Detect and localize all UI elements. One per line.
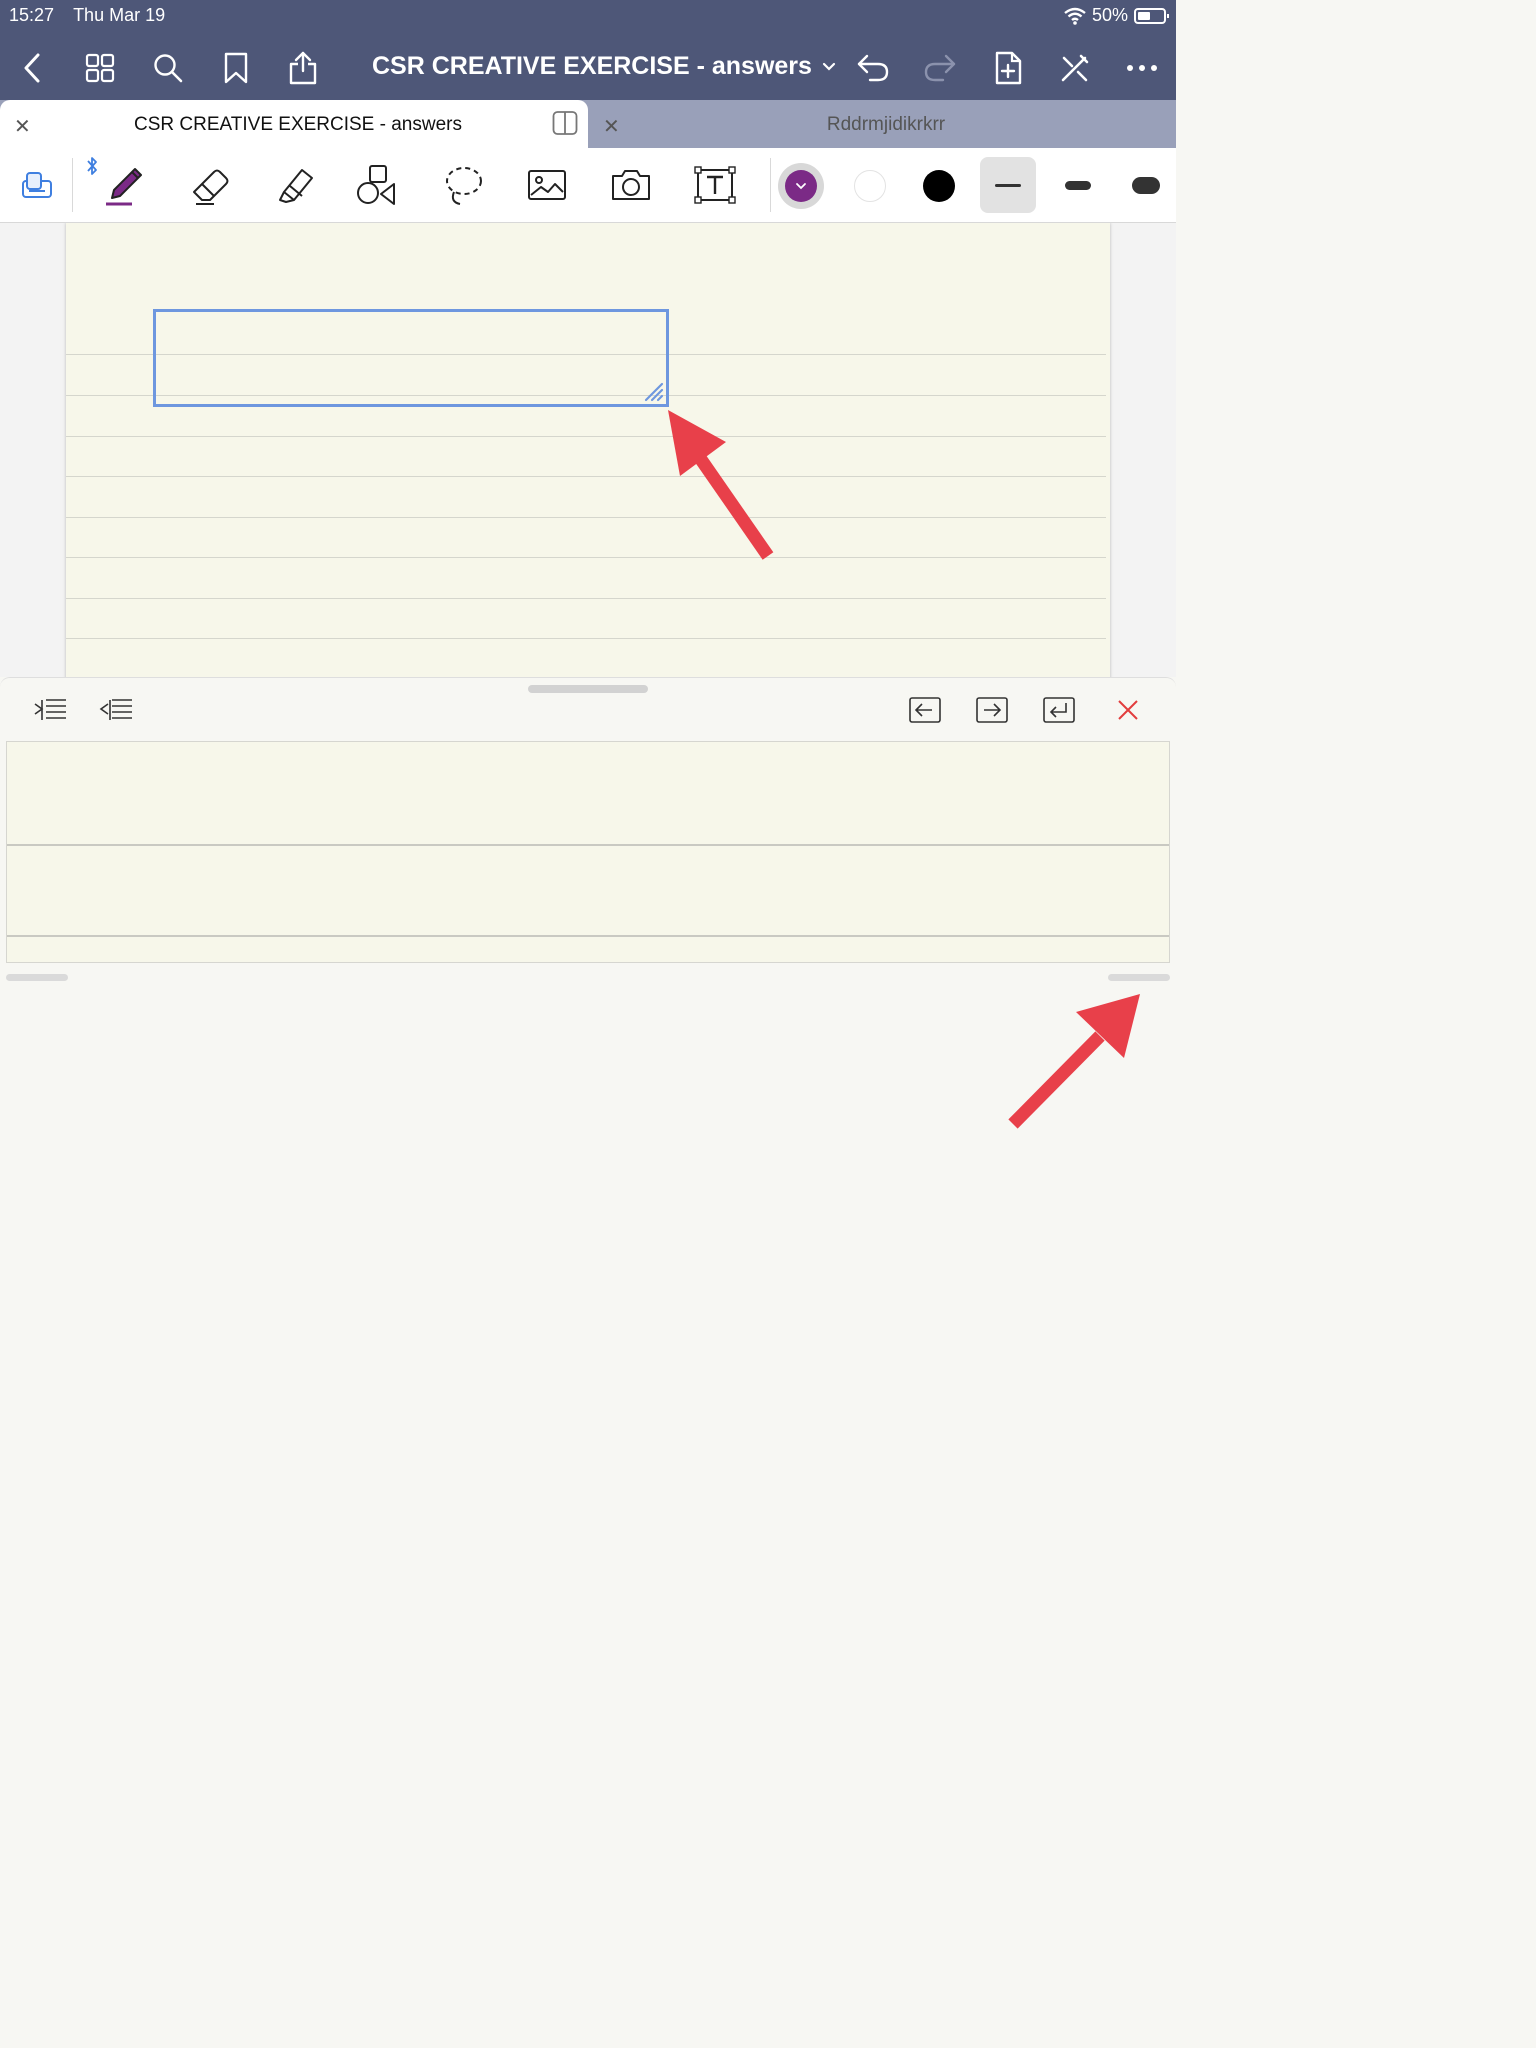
search-icon	[154, 54, 183, 83]
medium-stroke-icon	[1065, 180, 1091, 190]
undo-icon	[857, 54, 889, 82]
ruled-line	[66, 638, 1106, 639]
text-tool[interactable]	[690, 160, 740, 210]
indent-icon	[34, 699, 66, 720]
shapes-icon	[357, 165, 395, 205]
move-left-button[interactable]	[903, 692, 947, 728]
edit-mode-button[interactable]	[1055, 48, 1095, 88]
add-page-button[interactable]	[988, 48, 1028, 88]
entry-ruled-line	[7, 935, 1169, 937]
eraser-icon	[193, 169, 229, 205]
status-date: Thu Mar 19	[73, 5, 166, 25]
back-button[interactable]	[12, 48, 52, 88]
panel-grabber[interactable]	[528, 685, 648, 693]
divider	[770, 158, 771, 212]
text-box-icon	[694, 166, 736, 204]
indent-button[interactable]	[28, 692, 72, 728]
notebook-page[interactable]	[66, 223, 1110, 677]
bookmark-icon	[224, 52, 248, 84]
arrow-left-box-icon	[909, 697, 941, 723]
lasso-tool[interactable]	[438, 160, 488, 210]
document-title: CSR CREATIVE EXERCISE - answers	[372, 52, 812, 80]
add-page-icon	[995, 51, 1022, 85]
pen-icon	[106, 168, 142, 206]
read-only-toggle[interactable]	[12, 160, 62, 210]
stroke-width-thick[interactable]	[1118, 157, 1174, 213]
image-icon	[528, 170, 566, 200]
resize-handle-left[interactable]	[6, 974, 68, 981]
chevron-down-icon	[822, 62, 836, 71]
more-icon	[1127, 65, 1157, 71]
pencil-cross-icon	[1061, 54, 1089, 82]
entry-ruled-line	[7, 844, 1169, 846]
status-right: 50%	[1064, 5, 1169, 26]
resize-handle-right[interactable]	[1108, 974, 1170, 981]
highlighter-tool[interactable]	[270, 160, 320, 210]
document-title-button[interactable]: CSR CREATIVE EXERCISE - answers	[372, 52, 836, 81]
chevron-left-icon	[24, 53, 40, 83]
undo-button[interactable]	[853, 48, 893, 88]
selected-text-box[interactable]	[153, 309, 669, 407]
camera-tool[interactable]	[606, 160, 656, 210]
highlighter-icon	[279, 169, 313, 203]
bluetooth-icon	[87, 157, 97, 175]
split-view-icon[interactable]	[552, 110, 578, 136]
top-bar: 15:27 Thu Mar 19 50% CSR CREATIVE EXERCI…	[0, 0, 1176, 100]
outdent-icon	[99, 699, 132, 720]
tool-toolbar	[0, 148, 1176, 223]
image-tool[interactable]	[522, 160, 572, 210]
search-button[interactable]	[148, 48, 188, 88]
bookmark-button[interactable]	[216, 48, 256, 88]
chevron-down-icon	[796, 183, 806, 190]
color-swatch-purple[interactable]	[785, 170, 817, 202]
resize-grip-icon[interactable]	[642, 380, 664, 402]
wifi-icon	[1064, 7, 1086, 25]
battery-icon	[1134, 7, 1169, 24]
arrow-right-box-icon	[976, 697, 1008, 723]
camera-icon	[612, 170, 650, 200]
status-time: 15:27	[9, 5, 55, 25]
color-swatch-white[interactable]	[854, 170, 886, 202]
ruled-line	[66, 476, 1106, 477]
ruled-line	[66, 598, 1106, 599]
stroke-width-medium[interactable]	[1050, 157, 1106, 213]
tab-inactive-document[interactable]: ✕ Rddrmjidikrkrr	[588, 100, 1176, 148]
tab-label: Rddrmjidikrkrr	[826, 114, 946, 135]
lasso-icon	[446, 167, 482, 205]
tab-label: CSR CREATIVE EXERCISE - answers	[133, 114, 462, 135]
outdent-button[interactable]	[94, 692, 138, 728]
new-line-button[interactable]	[1037, 692, 1081, 728]
eraser-tool[interactable]	[186, 160, 236, 210]
color-swatch-black[interactable]	[923, 170, 955, 202]
ruled-line	[66, 557, 1106, 558]
divider	[72, 158, 73, 212]
stroke-width-thin[interactable]	[980, 157, 1036, 213]
close-panel-button[interactable]	[1106, 692, 1150, 728]
tab-active-document[interactable]: ✕ CSR CREATIVE EXERCISE - answers	[0, 100, 588, 148]
ruled-line	[66, 517, 1106, 518]
selection-mode-icon	[22, 172, 52, 198]
more-button[interactable]	[1122, 48, 1162, 88]
shapes-tool[interactable]	[352, 160, 402, 210]
close-icon	[1118, 700, 1138, 720]
grid-icon	[85, 53, 115, 83]
text-entry-panel	[0, 677, 1176, 1568]
thumbnails-button[interactable]	[80, 48, 120, 88]
pen-tool[interactable]	[100, 160, 150, 210]
page-canvas[interactable]	[0, 223, 1176, 677]
thin-stroke-icon	[995, 183, 1021, 187]
status-bar: 15:27 Thu Mar 19	[9, 5, 165, 26]
share-button[interactable]	[283, 48, 323, 88]
text-entry-field[interactable]	[6, 741, 1170, 963]
tab-bar: ✕ CSR CREATIVE EXERCISE - answers ✕ Rddr…	[0, 100, 1176, 148]
move-right-button[interactable]	[970, 692, 1014, 728]
ruled-line	[66, 436, 1106, 437]
share-icon	[289, 51, 317, 85]
redo-button[interactable]	[920, 48, 960, 88]
battery-percent: 50%	[1091, 5, 1128, 25]
redo-icon	[924, 54, 956, 82]
return-icon	[1043, 697, 1075, 723]
thick-stroke-icon	[1132, 176, 1160, 194]
